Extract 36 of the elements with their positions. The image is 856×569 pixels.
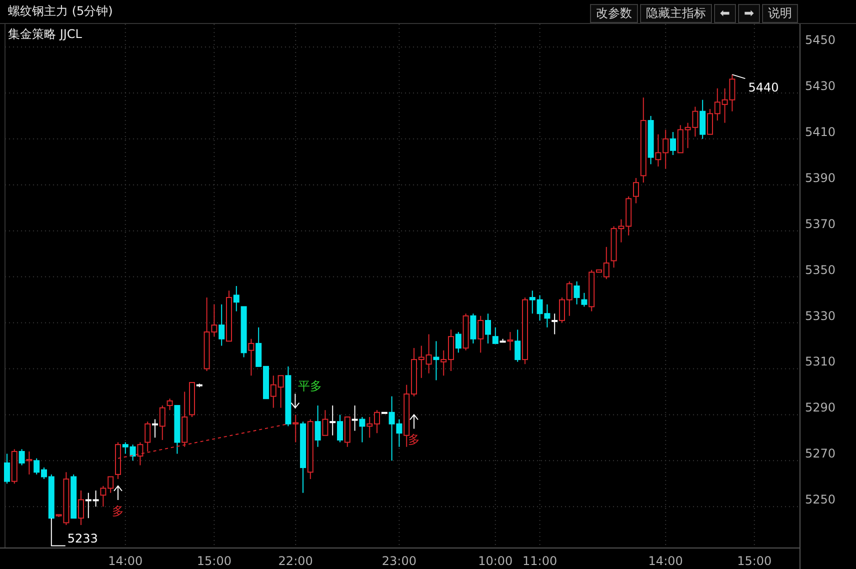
price-axis-label: 5410 xyxy=(805,124,836,139)
time-axis-label: 14:00 xyxy=(648,554,683,568)
toolbar-button[interactable]: ➡ xyxy=(738,4,760,23)
indicator-name: 集金策略 JJCL xyxy=(8,27,82,41)
signal-label: 平多 xyxy=(298,378,322,393)
price-axis-label: 5250 xyxy=(805,492,836,507)
high-price-label: 5440 xyxy=(748,80,779,95)
price-axis-label: 5330 xyxy=(805,308,836,323)
up-arrow-icon xyxy=(114,485,122,500)
price-axis-label: 5390 xyxy=(805,170,836,185)
signal-label: 多 xyxy=(112,504,124,518)
low-marker-line xyxy=(50,518,66,546)
toolbar-button[interactable]: 改参数 xyxy=(590,4,638,23)
low-price-label: 5233 xyxy=(67,532,98,546)
toolbar-button[interactable]: 说明 xyxy=(762,4,798,23)
price-axis-label: 5290 xyxy=(805,400,836,415)
price-axis-label: 5350 xyxy=(805,262,836,277)
time-axis-label: 15:00 xyxy=(737,554,772,568)
time-axis-label: 15:00 xyxy=(196,554,232,568)
time-axis-label: 22:00 xyxy=(278,554,313,568)
toolbar-button[interactable]: 隐藏主指标 xyxy=(640,4,712,23)
high-marker-line xyxy=(732,74,746,80)
price-axis-label: 5430 xyxy=(805,78,836,93)
time-axis-label: 14:00 xyxy=(108,554,143,568)
price-axis-label: 5270 xyxy=(805,446,836,461)
price-axis-label: 5370 xyxy=(805,216,836,231)
time-axis-label: 23:00 xyxy=(382,554,416,568)
time-axis-label: 11:00 xyxy=(522,554,558,568)
toolbar-button[interactable]: ⬅ xyxy=(714,4,736,23)
price-axis-label: 5450 xyxy=(805,32,836,47)
time-axis-label: 10:00 xyxy=(478,554,513,568)
price-axis-label: 5310 xyxy=(805,354,836,369)
down-arrow-icon xyxy=(290,393,300,409)
signal-label: 多 xyxy=(408,432,420,447)
chart-title: 螺纹钢主力 (5分钟) xyxy=(8,3,113,20)
up-arrow-icon xyxy=(410,414,418,430)
